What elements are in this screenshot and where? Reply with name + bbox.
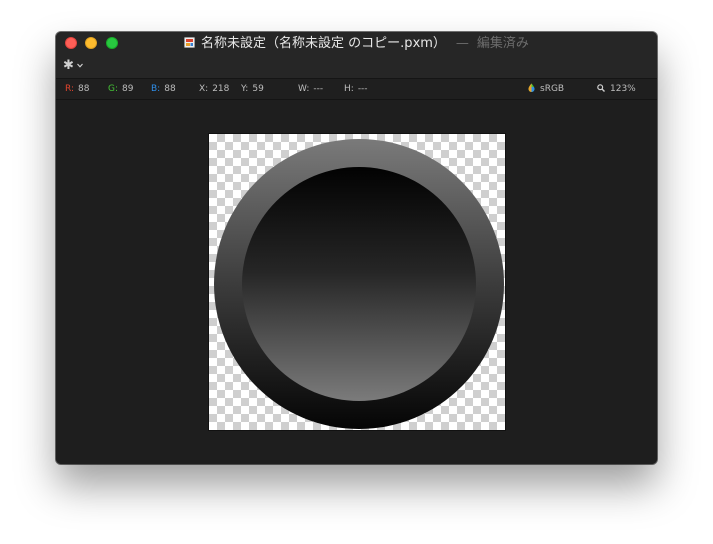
magnifier-icon <box>597 84 605 92</box>
colorspace-label: sRGB <box>540 84 565 94</box>
height-label: H: <box>344 84 354 94</box>
blue-readout: B: 88 <box>151 79 176 99</box>
width-readout: W: --- <box>298 79 323 99</box>
width-label: W: <box>298 84 310 94</box>
green-value: 89 <box>122 84 134 94</box>
document-icon <box>184 37 196 48</box>
width-value: --- <box>313 84 324 94</box>
height-readout: H: --- <box>344 79 368 99</box>
title-bar[interactable]: 名称未設定（名称未設定 のコピー.pxm） — 編集済み <box>56 32 657 56</box>
blue-value: 88 <box>164 84 176 94</box>
inner-face <box>242 167 476 401</box>
colorspace-readout[interactable]: sRGB <box>528 79 564 99</box>
edited-status: 編集済み <box>476 36 529 51</box>
red-label: R: <box>65 84 75 94</box>
blue-label: B: <box>151 84 161 94</box>
x-value: 218 <box>212 84 230 94</box>
y-label: Y: <box>241 84 249 94</box>
circle-button-artwork <box>214 139 504 429</box>
zoom-level: 123% <box>610 84 636 94</box>
image-canvas[interactable] <box>209 134 505 430</box>
app-window: 名称未設定（名称未設定 のコピー.pxm） — 編集済み ✱ R: 88 G: 89 B… <box>56 32 657 464</box>
green-readout: G: 89 <box>108 79 133 99</box>
action-menu-button[interactable]: ✱ <box>63 58 85 75</box>
x-label: X: <box>199 84 209 94</box>
info-bar: R: 88 G: 89 B: 88 X: 218 Y: 59 W: --- H: --- sR… <box>56 79 657 100</box>
green-label: G: <box>108 84 119 94</box>
y-value: 59 <box>252 84 264 94</box>
zoom-readout[interactable]: 123% <box>597 79 636 99</box>
toolbar: ✱ <box>56 56 657 79</box>
gear-icon: ✱ <box>63 58 74 73</box>
document-name: 名称未設定（名称未設定 のコピー.pxm） <box>201 36 446 51</box>
canvas-area[interactable] <box>56 100 657 464</box>
window-title: 名称未設定（名称未設定 のコピー.pxm） — 編集済み <box>56 35 657 53</box>
chevron-down-icon <box>77 63 83 68</box>
height-value: --- <box>357 84 368 94</box>
red-value: 88 <box>78 84 90 94</box>
color-profile-icon <box>528 83 535 92</box>
red-readout: R: 88 <box>65 79 89 99</box>
y-readout: Y: 59 <box>241 79 264 99</box>
title-separator: — <box>455 36 469 51</box>
x-readout: X: 218 <box>199 79 229 99</box>
